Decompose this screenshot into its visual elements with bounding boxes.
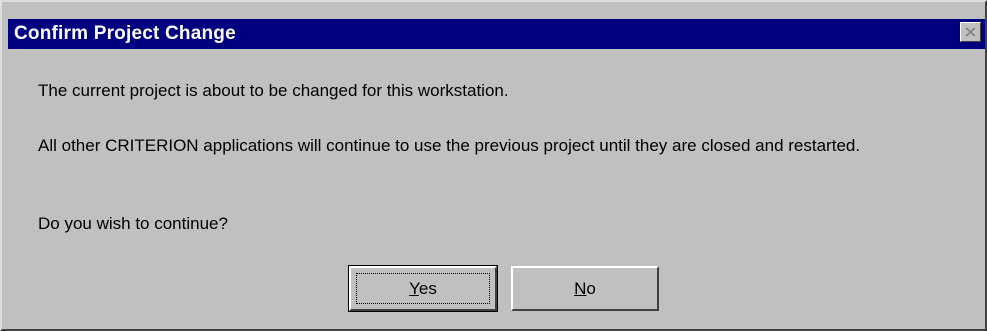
no-label-rest: o (586, 278, 596, 298)
message-other-applications: All other CRITERION applications will co… (38, 136, 861, 155)
confirm-dialog: Confirm Project Change The current proje… (0, 0, 987, 331)
no-button[interactable]: No (511, 266, 659, 311)
yes-mnemonic: Y (409, 278, 419, 298)
yes-button-label: Yes (409, 279, 437, 299)
no-mnemonic: N (574, 278, 587, 298)
title-bar[interactable]: Confirm Project Change (8, 19, 985, 49)
yes-button[interactable]: Yes (348, 265, 498, 312)
dialog-title: Confirm Project Change (14, 23, 236, 44)
close-icon (965, 27, 976, 37)
yes-label-rest: es (418, 278, 437, 298)
no-button-label: No (574, 279, 596, 299)
close-button[interactable] (960, 22, 981, 42)
message-confirm-question: Do you wish to continue? (38, 214, 228, 233)
message-current-project: The current project is about to be chang… (38, 81, 509, 100)
